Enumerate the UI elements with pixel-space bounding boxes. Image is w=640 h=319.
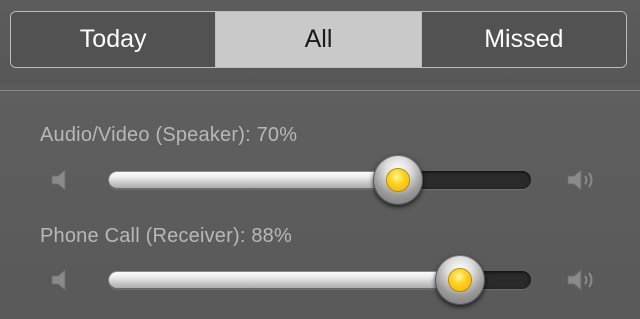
tab-all[interactable]: All (215, 12, 421, 67)
speaker-low-icon (51, 169, 66, 191)
phone-call-volume-thumb[interactable] (435, 255, 485, 305)
speaker-low-icon (51, 269, 66, 291)
header: Today All Missed (0, 0, 640, 84)
audio-video-volume-label: Audio/Video (Speaker): 70% (40, 124, 298, 146)
speaker-high-icon (567, 269, 593, 291)
speaker-high-icon (567, 169, 593, 191)
audio-video-volume-slider[interactable] (108, 171, 531, 189)
phone-call-volume-fill (108, 271, 460, 289)
tab-today[interactable]: Today (11, 12, 216, 67)
call-filter-segmented-control: Today All Missed (10, 11, 627, 68)
phone-call-volume-label: Phone Call (Receiver): 88% (40, 225, 292, 247)
tab-missed[interactable]: Missed (420, 12, 626, 67)
audio-video-volume-thumb[interactable] (373, 155, 423, 205)
audio-video-volume-fill (108, 171, 398, 189)
